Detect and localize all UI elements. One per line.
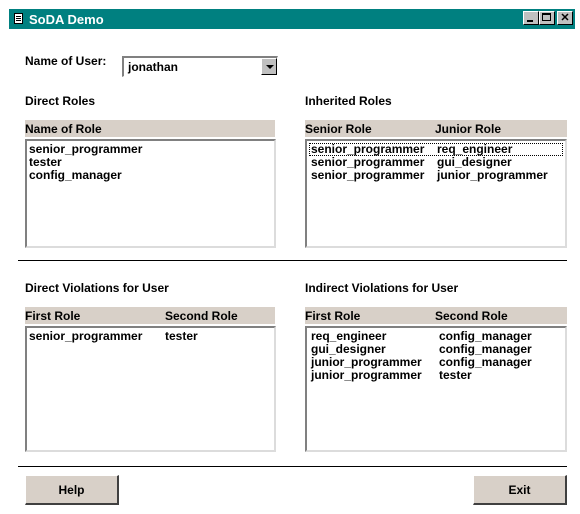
exit-button[interactable]: Exit [473, 475, 567, 505]
user-select[interactable]: jonathan [122, 56, 278, 77]
user-label: Name of User: [25, 54, 107, 68]
table-row[interactable]: senior_programmer junior_programmer [309, 169, 563, 182]
app-icon[interactable] [13, 13, 25, 25]
direct-roles-header: Name of Role [25, 120, 275, 137]
maximize-icon[interactable] [539, 11, 555, 25]
column-header-second-role: Second Role [165, 309, 238, 323]
list-item[interactable]: config_manager [29, 169, 274, 182]
column-header-first-role: First Role [305, 309, 361, 323]
list-item[interactable]: senior_programmer [29, 143, 274, 156]
direct-violations-list[interactable]: senior_programmer tester [25, 326, 276, 452]
close-icon[interactable]: ✕ [557, 11, 573, 25]
user-select-value: jonathan [128, 60, 178, 74]
column-header-junior-role: Junior Role [435, 122, 502, 136]
indirect-violations-header: First Role Second Role [305, 307, 567, 324]
window-title: SoDA Demo [29, 11, 104, 27]
inherited-roles-heading: Inherited Roles [305, 94, 392, 108]
table-row[interactable]: junior_programmer tester [309, 369, 563, 382]
divider [18, 260, 567, 261]
table-row[interactable]: senior_programmer tester [29, 330, 272, 343]
divider [18, 466, 567, 467]
help-button[interactable]: Help [25, 475, 119, 505]
minimize-icon[interactable] [523, 11, 539, 25]
window-controls: ✕ [523, 11, 573, 25]
column-header-first-role: First Role [25, 309, 81, 323]
column-header-name-of-role: Name of Role [25, 122, 102, 136]
column-header-senior-role: Senior Role [305, 122, 372, 136]
direct-violations-header: First Role Second Role [25, 307, 275, 324]
inherited-roles-list[interactable]: senior_programmer req_engineer senior_pr… [305, 139, 567, 248]
column-header-second-role: Second Role [435, 309, 508, 323]
indirect-violations-heading: Indirect Violations for User [305, 281, 459, 295]
title-bar[interactable]: SoDA Demo ✕ [9, 9, 575, 29]
direct-roles-heading: Direct Roles [25, 94, 96, 108]
direct-violations-heading: Direct Violations for User [25, 281, 169, 295]
soda-demo-window: SoDA Demo ✕ Name of User: jonathan Direc… [0, 0, 580, 514]
chevron-down-icon[interactable] [261, 58, 277, 75]
inherited-roles-header: Senior Role Junior Role [305, 120, 567, 137]
direct-roles-list[interactable]: senior_programmer tester config_manager [25, 139, 276, 248]
indirect-violations-list[interactable]: req_engineer config_manager gui_designer… [305, 326, 567, 452]
